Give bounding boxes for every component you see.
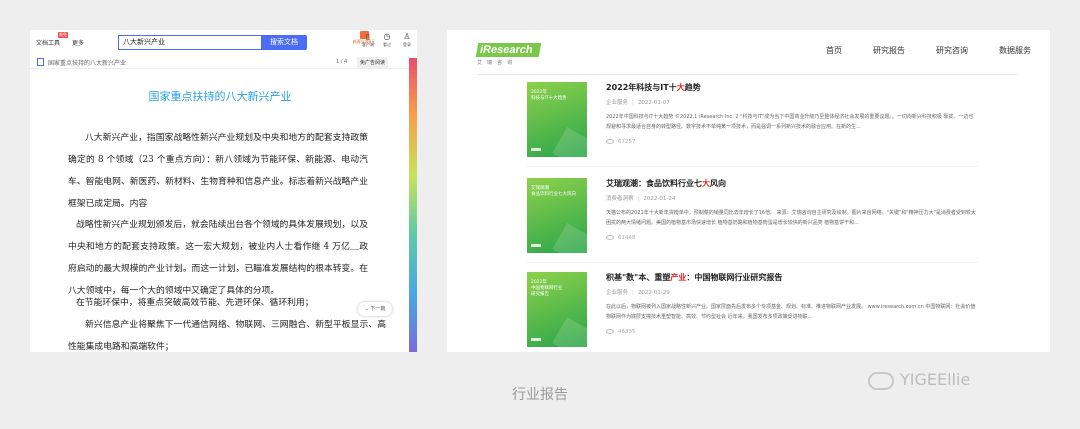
paragraph-4: 新兴信息产业将聚焦下一代通信网络、物联网、三网融合、新型平板显示、高性能集成电路… (68, 320, 386, 352)
page-indicator: 1 / 4 (336, 59, 348, 65)
article-title[interactable]: 艾瑞观潮：食品饮料行业七大风向 (606, 178, 726, 189)
history-label: 看过 (383, 42, 391, 47)
article-category[interactable]: 企业服务 (606, 100, 628, 106)
article-item[interactable]: 2022年 科技与IT十大趋势 2022年科技与IT十大趋势 企业服务 | 2022… (527, 82, 978, 167)
next-article-label: 下一篇 (370, 306, 386, 312)
ad-free-read-button[interactable]: 免广告阅读 (357, 57, 389, 68)
article-category[interactable]: 企业服务 (606, 290, 628, 296)
view-count: 61448 (618, 235, 636, 241)
article-views: 61448 (606, 235, 636, 241)
iresearch-logo[interactable]: iResearch 艾瑞咨询 (475, 38, 541, 66)
article-views: 67257 (606, 139, 636, 145)
history-button[interactable]: ◷ 看过 (376, 32, 398, 48)
article-cover-image[interactable]: 艾瑞观潮 食品饮料行业七大风向 (527, 178, 587, 253)
free-badge: 限免 (58, 32, 68, 38)
article-meta: 消费者洞察 | 2022-01-24 (606, 196, 676, 202)
nav-reports[interactable]: 研究报告 (873, 45, 905, 56)
article-item[interactable]: 艾瑞观潮 食品饮料行业七大风向 艾瑞观潮：食品饮料行业七大风向 消费者洞察 | 20… (527, 178, 978, 263)
paragraph-3: 在节能环保中，将重点突破高效节能、先进环保、循环利用； (76, 298, 314, 308)
article-date: 2022-01-29 (637, 290, 670, 296)
article-cover-image[interactable]: 2022年 中国物联网行业 研究报告 (527, 272, 587, 347)
cover-logo-mark (531, 244, 541, 247)
document-bar: 国家重点扶持的八大新兴产业 1 / 4 免广告阅读 (30, 57, 410, 69)
title-text: 积基"数"本、重塑 (606, 273, 671, 282)
article-divider (527, 262, 978, 263)
title-text: ：中国物联网行业研究报告 (686, 273, 783, 282)
title-highlight: 产业 (670, 273, 687, 282)
eye-icon (606, 235, 614, 240)
article-title[interactable]: 积基"数"本、重塑产业：中国物联网行业研究报告 (606, 272, 782, 283)
next-article-button[interactable]: ⌄ 下一篇 (358, 302, 392, 316)
cover-decoration (552, 223, 587, 253)
wechat-icon (868, 371, 894, 390)
title-text: 艾瑞观潮：食品饮料行业七 (606, 179, 702, 188)
title-text: 2022年科技与IT十 (606, 83, 677, 92)
nav-data-services[interactable]: 数据服务 (999, 45, 1031, 56)
document-title: 国家重点扶持的八大新兴产业 (148, 90, 292, 103)
article-summary: 2022年中国科技与IT十大趋势 ©2022.1 iResearch Inc. … (606, 114, 974, 130)
nav-home[interactable]: 首页 (826, 45, 842, 56)
title-text: 趋势 (684, 83, 701, 92)
view-count: 46335 (618, 329, 636, 335)
cover-text: 艾瑞观潮 食品饮料行业七大风向 (531, 186, 576, 197)
article-category[interactable]: 消费者洞察 (606, 196, 634, 202)
nav-consulting[interactable]: 研究咨询 (936, 45, 968, 56)
article-divider (527, 166, 978, 167)
title-highlight: 大 (676, 83, 685, 92)
header-divider (477, 74, 1017, 75)
article-date: 2022-01-07 (637, 100, 670, 106)
doc-tools-menu[interactable]: 文档工具 (36, 38, 60, 47)
article-views: 46335 (606, 329, 636, 335)
view-count: 67257 (618, 139, 636, 145)
article-item[interactable]: 2022年 中国物联网行业 研究报告 积基"数"本、重塑产业：中国物联网行业研究… (527, 272, 977, 352)
logo-subtext: 艾瑞咨询 (477, 60, 518, 66)
search-button[interactable]: 搜索文档 (261, 35, 307, 50)
article-meta: 企业服务 | 2022-01-29 (606, 290, 670, 296)
document-viewer-panel: 文档工具 限免 更多 八大新兴产业 搜索文档 新客立减8元 ▯ 客户端 ◷ 看过… (30, 30, 417, 352)
title-highlight: 大 (702, 179, 710, 188)
document-bar-title: 国家重点扶持的八大新兴产业 (48, 60, 127, 67)
wechat-watermark: YIGEEllie (868, 370, 1048, 390)
cover-logo-mark (531, 148, 541, 151)
article-title[interactable]: 2022年科技与IT十大趋势 (606, 82, 701, 93)
report-site-panel: iResearch 艾瑞咨询 首页 研究报告 研究咨询 数据服务 2022年 科… (447, 30, 1050, 352)
logo-text: iResearch (475, 43, 541, 57)
article-summary: 天猫公布的2021年十大新年货榜单中，预制菜的销量同比去年增长了16倍。 来源：… (606, 210, 976, 226)
cover-decoration (552, 127, 587, 157)
article-cover-image[interactable]: 2022年 科技与IT十大趋势 (527, 82, 587, 157)
user-icon: ♙ (403, 32, 411, 41)
paragraph-1: 八大新兴产业，指国家战略性新兴产业规划及中央和地方的配套支持政策确定的 8 个领… (68, 133, 368, 209)
more-menu[interactable]: 更多 (72, 38, 84, 47)
gradient-scrollbar[interactable] (409, 58, 417, 352)
eye-icon (606, 139, 614, 144)
cover-decoration (552, 317, 587, 347)
cover-text: 2022年 中国物联网行业 研究报告 (531, 280, 563, 297)
watermark-text: YIGEEllie (900, 370, 971, 389)
eye-icon (606, 329, 614, 334)
article-meta: 企业服务 | 2022-01-07 (606, 100, 670, 106)
cover-text: 2022年 科技与IT十大趋势 (531, 90, 567, 101)
cover-logo-mark (531, 338, 541, 341)
document-icon (37, 58, 44, 66)
history-icon: ◷ (383, 32, 391, 41)
paragraph-2: 战略性新兴产业规划颁发后，就会陆续出台各个领域的具体发展规划，以及中央和地方的配… (68, 220, 368, 296)
login-label: 登录 (403, 42, 411, 47)
login-button[interactable]: ♙ 登录 (396, 32, 417, 48)
article-date: 2022-01-24 (643, 196, 676, 202)
viewer-toolbar: 文档工具 限免 更多 八大新兴产业 搜索文档 新客立减8元 ▯ 客户端 ◷ 看过… (30, 30, 417, 55)
title-text: 风向 (710, 179, 726, 188)
article-summary: 在此以后，物联网被列入国家战略性新兴产业。国家层面先后发布多个专项基金、规划、标… (606, 304, 976, 320)
search-input[interactable]: 八大新兴产业 (118, 35, 262, 50)
